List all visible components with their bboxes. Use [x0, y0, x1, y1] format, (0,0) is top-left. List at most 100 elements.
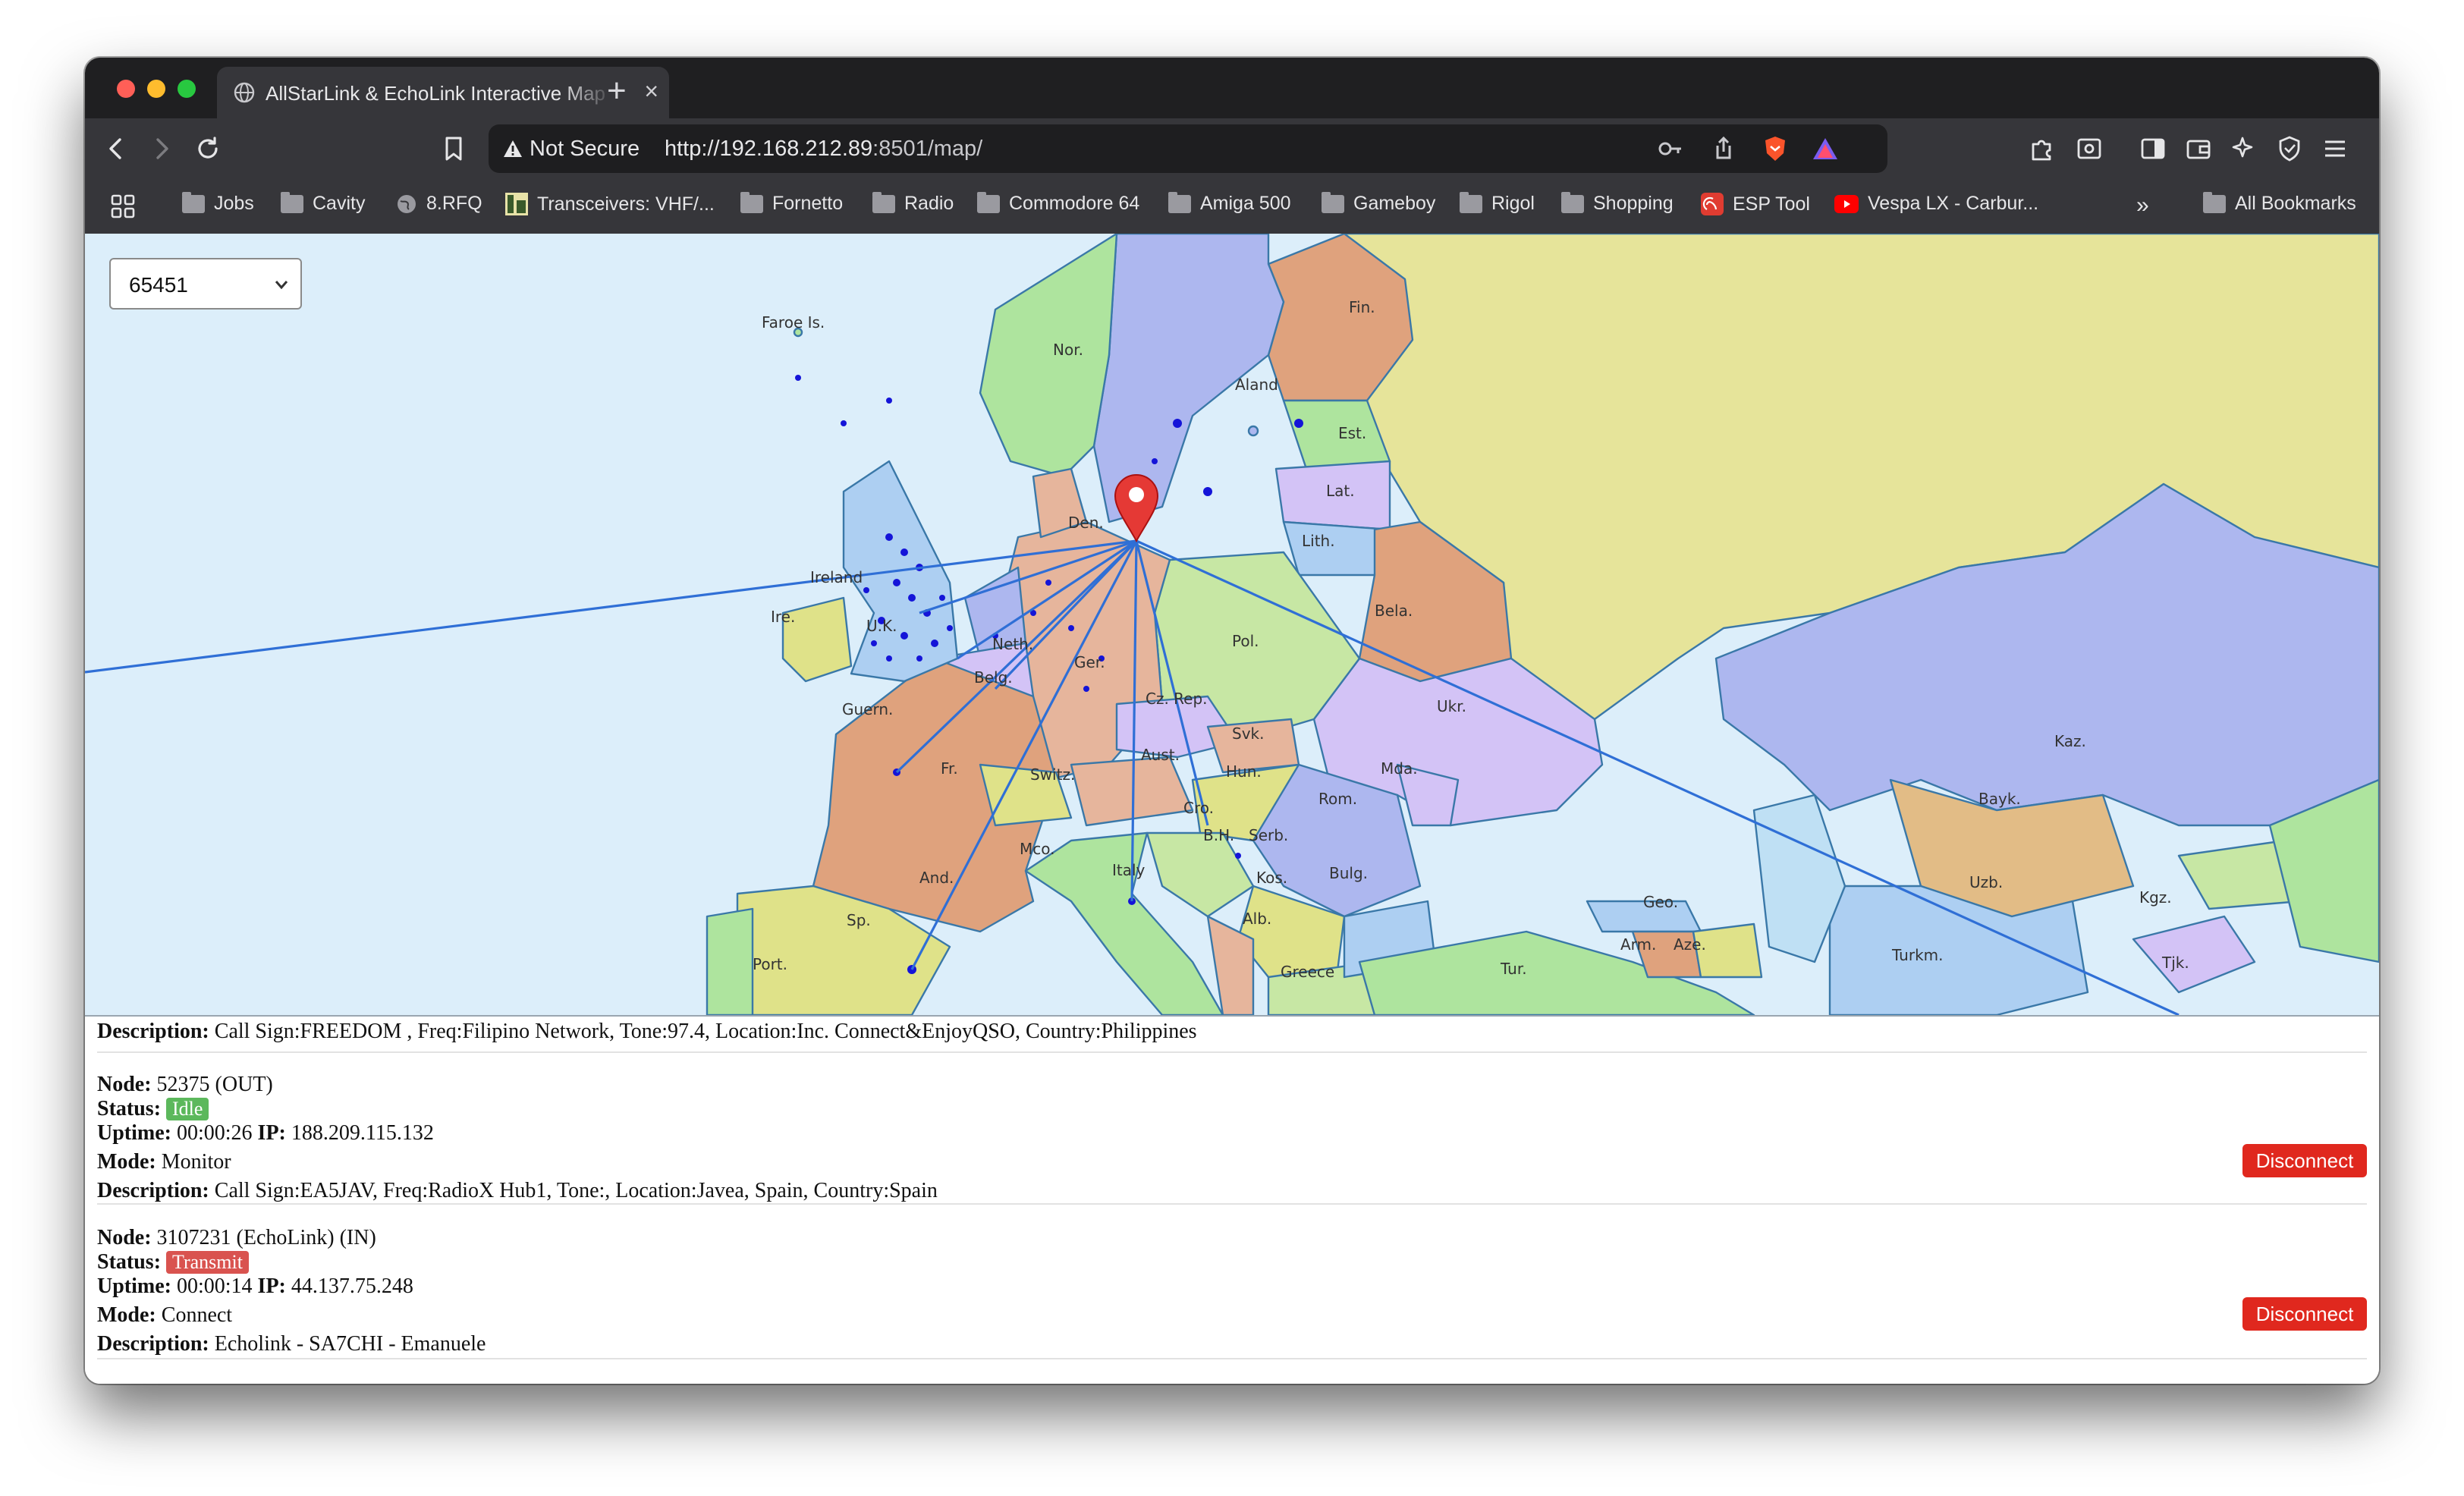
- bookmark-amiga-500[interactable]: Amiga 500: [1168, 191, 1291, 215]
- sidebar-icon[interactable]: [2138, 134, 2168, 164]
- bookmarks-bar: Jobs Cavity 8.RFQ Transceivers: VHF/... …: [85, 179, 2379, 234]
- bookmark-label: Vespa LX - Carbur...: [1868, 193, 2039, 214]
- url-text[interactable]: http://192.168.212.89:8501/map/: [665, 137, 982, 162]
- disconnect-button[interactable]: Disconnect: [2242, 1297, 2367, 1331]
- status-label: Status:: [97, 1097, 162, 1120]
- bookmark-shopping[interactable]: Shopping: [1561, 191, 1674, 215]
- address-bar[interactable]: Not Secure http://192.168.212.89:8501/ma…: [489, 124, 1887, 173]
- description-value: Call Sign:EA5JAV, Freq:RadioX Hub1, Tone…: [214, 1179, 938, 1202]
- leo-ai-icon[interactable]: [2229, 134, 2259, 164]
- map-label: Nor.: [1053, 341, 1083, 359]
- folder-icon: [2203, 191, 2226, 213]
- navigation-toolbar: Not Secure http://192.168.212.89:8501/ma…: [85, 118, 2379, 179]
- map-label: Switz.: [1030, 765, 1075, 784]
- map-label: Cz. Rep.: [1146, 690, 1208, 708]
- more-bookmarks-button[interactable]: »: [2136, 193, 2149, 218]
- bookmark-cavity[interactable]: Cavity: [281, 191, 366, 215]
- map-label: Serb.: [1249, 826, 1288, 844]
- description-value: Call Sign:FREEDOM , Freq:Filipino Networ…: [214, 1020, 1197, 1043]
- map-label: Neth.: [992, 635, 1033, 653]
- uptime-line: Uptime: 00:00:14 IP: 44.137.75.248: [97, 1274, 413, 1299]
- status-badge: Idle: [166, 1098, 209, 1120]
- vpn-icon[interactable]: [2274, 134, 2305, 164]
- extensions-icon[interactable]: [2027, 134, 2057, 164]
- brave-rewards-icon[interactable]: [1810, 134, 1840, 164]
- status-label: Status:: [97, 1250, 162, 1274]
- bookmark-label: Commodore 64: [1009, 193, 1140, 214]
- url-path: :8501/map/: [872, 137, 983, 161]
- bookmark-radio[interactable]: Radio: [872, 191, 954, 215]
- back-icon[interactable]: [102, 134, 132, 164]
- bookmark-label: Cavity: [313, 193, 366, 214]
- node-line: Node: 3107231 (EchoLink) (IN): [97, 1226, 376, 1250]
- tab-active[interactable]: AllStarLink & EchoLink Interactive Map ×: [217, 67, 669, 118]
- brave-shields-icon[interactable]: [1760, 134, 1790, 164]
- node-value: 52375 (OUT): [156, 1073, 273, 1096]
- node-label: Node:: [97, 1226, 152, 1249]
- map-label: And.: [919, 869, 954, 887]
- bookmark-vespa[interactable]: Vespa LX - Carbur...: [1834, 193, 2038, 215]
- map-label: Cro.: [1183, 799, 1214, 817]
- connection-entry: Node: 3107231 (EchoLink) (IN) Status: Tr…: [97, 1223, 2367, 1359]
- map-label: Sp.: [847, 911, 871, 929]
- bookmark-esp-tool[interactable]: ESP Tool: [1701, 193, 1810, 215]
- bookmark-label: Fornetto: [772, 193, 844, 214]
- folder-icon: [1168, 191, 1191, 213]
- security-status[interactable]: Not Secure: [530, 137, 640, 162]
- bookmark-8rfq[interactable]: 8.RFQ: [396, 193, 482, 215]
- share-icon[interactable]: [1708, 134, 1739, 164]
- map-canvas[interactable]: Faroe Is. Fin. Nor. Aland Est. Den. Lat.…: [85, 234, 2379, 1015]
- map-label: Mda.: [1381, 759, 1418, 778]
- tab-strip: AllStarLink & EchoLink Interactive Map ×…: [85, 58, 2379, 118]
- close-tab-icon[interactable]: ×: [644, 76, 658, 106]
- minimize-window-button[interactable]: [147, 80, 165, 98]
- map-label: Fr.: [941, 759, 958, 778]
- screenshot-icon[interactable]: [2074, 134, 2104, 164]
- mode-label: Mode:: [97, 1150, 156, 1174]
- map-view[interactable]: Faroe Is. Fin. Nor. Aland Est. Den. Lat.…: [85, 234, 2379, 1017]
- map-label: Pol.: [1232, 632, 1259, 650]
- menu-icon[interactable]: [2320, 134, 2350, 164]
- bookmark-jobs[interactable]: Jobs: [182, 191, 254, 215]
- bookmark-fornetto[interactable]: Fornetto: [740, 191, 844, 215]
- bookmark-label: All Bookmarks: [2235, 193, 2356, 214]
- forward-icon[interactable]: [146, 134, 176, 164]
- connections-list: Description: Call Sign:FREEDOM , Freq:Fi…: [85, 1017, 2379, 1384]
- apps-grid-icon[interactable]: [108, 191, 138, 222]
- espressif-icon: [1701, 193, 1724, 215]
- zoom-window-button[interactable]: [178, 80, 196, 98]
- key-icon[interactable]: [1655, 134, 1686, 164]
- map-label: Hun.: [1226, 762, 1262, 781]
- disconnect-button[interactable]: Disconnect: [2242, 1144, 2367, 1177]
- map-label: Port.: [753, 955, 787, 973]
- all-bookmarks[interactable]: All Bookmarks: [2203, 191, 2356, 215]
- map-label: Kos.: [1256, 869, 1287, 887]
- youtube-icon: [1834, 194, 1859, 213]
- bookmark-commodore-64[interactable]: Commodore 64: [977, 191, 1140, 215]
- mode-label: Mode:: [97, 1303, 156, 1327]
- map-label: Fin.: [1349, 298, 1375, 316]
- bookmark-gameboy[interactable]: Gameboy: [1322, 191, 1435, 215]
- reload-icon[interactable]: [193, 134, 223, 164]
- node-select[interactable]: 65451: [109, 258, 302, 310]
- folder-icon: [1561, 191, 1584, 213]
- map-label: Belg.: [974, 668, 1013, 687]
- warning-icon: [504, 140, 522, 157]
- uptime-label: Uptime:: [97, 1274, 171, 1298]
- folder-icon: [281, 191, 303, 213]
- browser-window: AllStarLink & EchoLink Interactive Map ×…: [85, 58, 2379, 1384]
- bookmark-rigol[interactable]: Rigol: [1460, 191, 1535, 215]
- map-label: Guern.: [842, 700, 893, 718]
- map-label: Turkm.: [1891, 946, 1944, 964]
- close-window-button[interactable]: [117, 80, 135, 98]
- node-label: Node:: [97, 1073, 152, 1096]
- new-tab-button[interactable]: +: [607, 67, 627, 115]
- map-label: Aland: [1235, 376, 1278, 394]
- map-label: U.K.: [866, 617, 897, 635]
- bookmark-transceivers[interactable]: Transceivers: VHF/...: [505, 193, 715, 215]
- bookmark-icon[interactable]: [438, 134, 469, 164]
- description-line: Description: Call Sign:FREEDOM , Freq:Fi…: [97, 1020, 1197, 1044]
- map-label: Est.: [1338, 424, 1366, 442]
- uptime-line: Uptime: 00:00:26 IP: 188.209.115.132: [97, 1121, 434, 1146]
- wallet-icon[interactable]: [2183, 134, 2214, 164]
